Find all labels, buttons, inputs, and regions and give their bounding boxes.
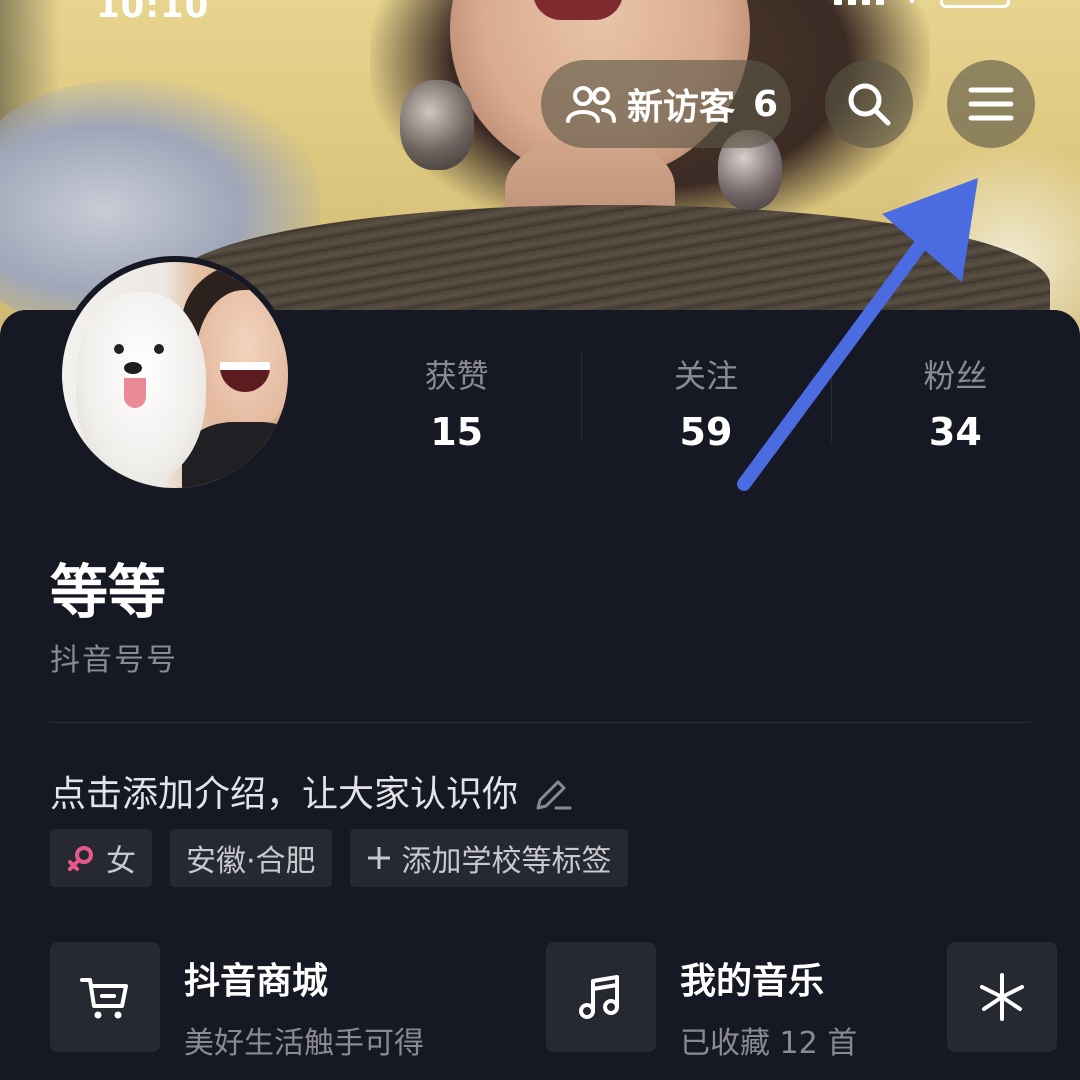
music-note-icon [579,975,619,1019]
profile-stats: 获赞 15 关注 59 粉丝 34 [332,350,1080,454]
more-services-tile[interactable] [947,942,1057,1052]
status-time: 10:10 [96,0,210,26]
status-indicators [834,0,1010,8]
add-tag-button[interactable]: 添加学校等标签 [349,829,628,887]
stat-label: 粉丝 [923,357,988,395]
stat-value: 15 [430,410,484,454]
shop-subtitle: 美好生活触手可得 [184,1026,424,1061]
gender-label: 女 [106,844,136,879]
stat-label: 获赞 [424,357,489,395]
hamburger-menu-icon [968,87,1014,121]
music-subtitle: 已收藏 12 首 [680,1026,858,1061]
menu-button[interactable] [947,60,1035,148]
female-icon [68,846,93,871]
location-label: 安徽·合肥 [186,844,316,879]
avatar[interactable] [56,256,294,494]
stat-followers[interactable]: 粉丝 34 [830,350,1080,454]
search-icon [848,83,891,126]
search-button[interactable] [825,60,913,148]
bio-editor[interactable]: 点击添加介绍，让大家认识你 [50,765,574,817]
bio-placeholder: 点击添加介绍，让大家认识你 [50,774,519,815]
gender-tag[interactable]: 女 [50,829,152,887]
add-tag-label: 添加学校等标签 [401,844,612,879]
music-title: 我的音乐 [680,961,825,1002]
stat-likes[interactable]: 获赞 15 [332,350,581,454]
account-id[interactable]: 抖音号号 [50,635,178,679]
nickname[interactable]: 等等 [50,545,166,629]
profile-tags: 女 安徽·合肥 添加学校等标签 [50,829,628,887]
profile-screen: 10:10 新访客 6 获赞 15 关注 59 粉丝 34 等等 抖音号号 点击… [0,0,1080,1080]
new-visitors-label: 新访客 [627,87,736,128]
edit-pencil-icon [536,780,572,810]
stat-label: 关注 [673,357,738,395]
shop-shortcut[interactable]: 抖音商城 美好生活触手可得 [50,942,424,1062]
battery-icon [940,0,1010,8]
users-icon [566,86,616,123]
signal-icon [834,0,884,5]
location-tag[interactable]: 安徽·合肥 [170,829,332,887]
stat-value: 59 [679,410,733,454]
divider [50,722,1030,723]
sparkle-icon [980,973,1024,1021]
plus-icon [367,847,390,869]
new-visitors-count: 6 [753,83,779,125]
wifi-icon [909,0,915,4]
new-visitors-button[interactable]: 新访客 6 [541,60,791,148]
stat-following[interactable]: 关注 59 [581,350,830,454]
music-shortcut[interactable]: 我的音乐 已收藏 12 首 [546,942,857,1062]
stat-value: 34 [928,410,982,454]
shop-title: 抖音商城 [184,961,329,1002]
shopping-cart-icon [80,978,128,1019]
